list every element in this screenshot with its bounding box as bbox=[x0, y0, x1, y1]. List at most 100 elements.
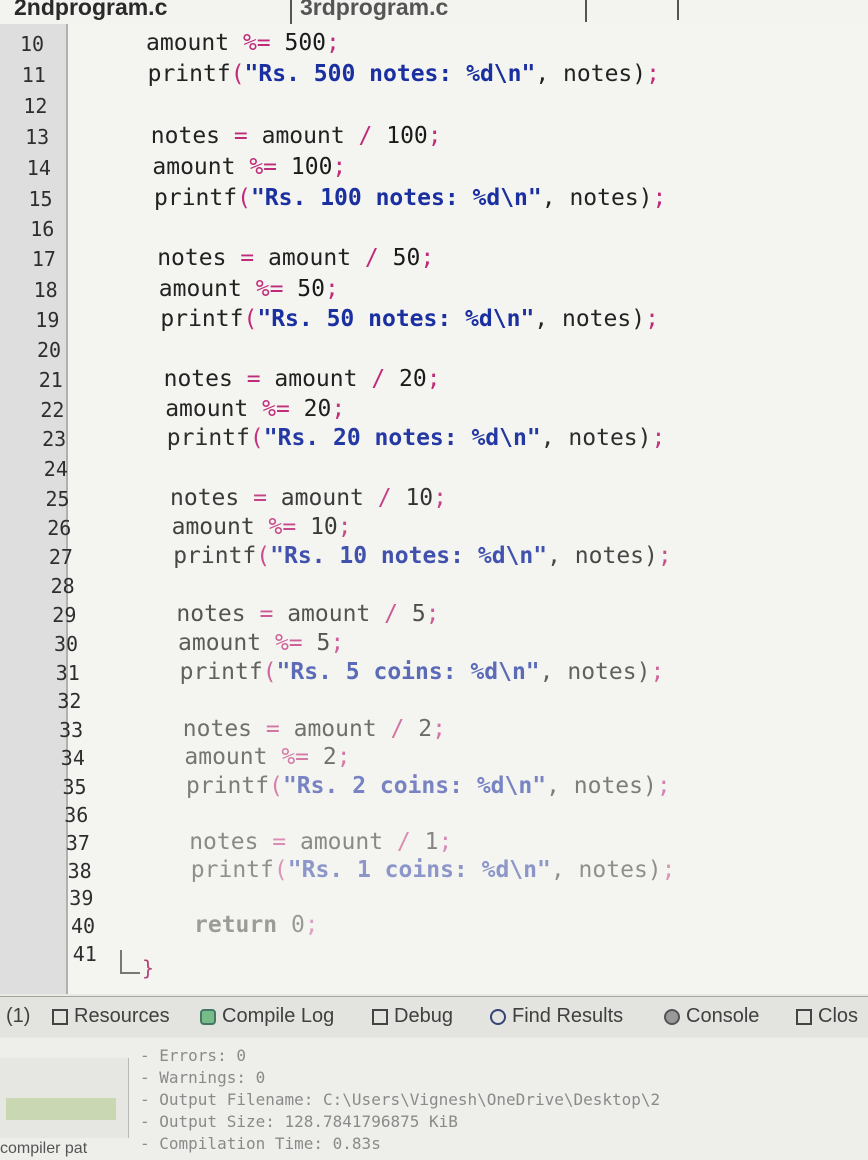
resources-icon bbox=[52, 1008, 68, 1025]
code-token: "Rs. 2 coins: %d\n" bbox=[282, 772, 547, 799]
line-number: 15 bbox=[28, 186, 53, 211]
code-line[interactable]: amount %= 100; bbox=[152, 154, 346, 180]
code-token: "Rs. 20 notes: %d\n" bbox=[263, 425, 541, 452]
code-token: 50 bbox=[378, 245, 421, 272]
log-output-filename: - Output Filename: C:\Users\Vignesh\OneD… bbox=[140, 1090, 661, 1109]
code-line[interactable]: notes = amount / 100; bbox=[151, 123, 442, 149]
code-token: / bbox=[377, 484, 392, 511]
line-number: 23 bbox=[42, 427, 67, 452]
fold-marker-icon[interactable] bbox=[120, 950, 140, 974]
code-token: "Rs. 500 notes: %d\n" bbox=[244, 61, 536, 88]
close-panel-icon bbox=[796, 1008, 812, 1025]
code-line[interactable]: notes = amount / 20; bbox=[164, 366, 441, 392]
code-token: ( bbox=[256, 543, 271, 570]
tab-2ndprogram[interactable]: 2ndprogram.c bbox=[14, 0, 167, 24]
line-number: 31 bbox=[55, 660, 80, 685]
code-token: amount bbox=[247, 123, 359, 150]
line-number-gutter: 10 11 12 13 14 15 16 17 18 19 20 21 22 23 24 25 26 27 28 29… bbox=[0, 24, 97, 994]
code-token: , notes) bbox=[541, 184, 653, 211]
code-token: ( bbox=[249, 425, 264, 452]
line-number: 13 bbox=[25, 125, 50, 150]
code-token: %= bbox=[274, 630, 303, 656]
line-number: 14 bbox=[26, 155, 51, 180]
closing-brace: } bbox=[142, 956, 155, 980]
code-token: ; bbox=[336, 744, 351, 771]
code-token: ( bbox=[243, 305, 258, 332]
code-token: %= bbox=[242, 30, 271, 56]
code-token: 10 bbox=[296, 513, 338, 540]
code-token: / bbox=[396, 828, 411, 855]
code-token: = bbox=[246, 365, 261, 392]
code-line[interactable]: printf("Rs. 50 notes: %d\n", notes); bbox=[160, 306, 659, 332]
code-token: ; bbox=[304, 912, 319, 938]
code-token: = bbox=[272, 828, 287, 855]
code-line[interactable]: printf("Rs. 100 notes: %d\n", notes); bbox=[154, 185, 666, 211]
code-line[interactable]: return 0; bbox=[194, 912, 319, 938]
line-number: 11 bbox=[21, 63, 46, 88]
line-number: 12 bbox=[23, 94, 48, 119]
code-token: notes bbox=[150, 123, 234, 150]
code-token: printf bbox=[179, 658, 263, 685]
code-line[interactable]: amount %= 10; bbox=[172, 514, 352, 540]
code-editor[interactable]: 10 11 12 13 14 15 16 17 18 19 20 21 22 23 24 25 26 27 28 29… bbox=[0, 24, 868, 994]
code-token: , notes) bbox=[539, 658, 651, 685]
code-token: amount bbox=[152, 153, 250, 180]
code-token: 0 bbox=[290, 912, 305, 938]
code-line[interactable]: printf("Rs. 5 coins: %d\n", notes); bbox=[180, 659, 665, 685]
tab-compile-log[interactable]: Compile Log bbox=[200, 1005, 334, 1028]
code-line[interactable]: printf("Rs. 1 coins: %d\n", notes); bbox=[191, 857, 676, 883]
code-line[interactable]: amount %= 20; bbox=[165, 396, 345, 422]
code-token: ( bbox=[237, 184, 251, 211]
code-token: amount bbox=[266, 484, 378, 511]
code-line[interactable]: amount %= 5; bbox=[178, 630, 344, 656]
code-line[interactable]: amount %= 50; bbox=[159, 276, 339, 302]
code-token: , notes) bbox=[547, 543, 658, 570]
code-line[interactable]: notes = amount / 1; bbox=[189, 829, 452, 855]
code-token: "Rs. 5 coins: %d\n" bbox=[276, 658, 540, 685]
code-line[interactable]: notes = amount / 5; bbox=[176, 601, 439, 627]
code-token: / bbox=[364, 245, 379, 272]
code-token: ; bbox=[337, 513, 352, 540]
code-token: 100 bbox=[277, 153, 333, 180]
log-output-size: - Output Size: 128.7841796875 KiB bbox=[140, 1112, 458, 1131]
code-token: 100 bbox=[372, 123, 428, 150]
code-token: , notes) bbox=[534, 305, 646, 332]
line-number: 40 bbox=[71, 914, 96, 938]
code-token: printf bbox=[154, 184, 238, 211]
code-line[interactable]: amount %= 2; bbox=[184, 744, 350, 770]
code-token: ; bbox=[646, 61, 660, 88]
code-token: = bbox=[233, 123, 248, 150]
code-token: ; bbox=[645, 305, 659, 332]
code-line[interactable]: notes = amount / 50; bbox=[157, 245, 434, 271]
line-number: 16 bbox=[30, 217, 55, 242]
log-sidebar bbox=[0, 1058, 129, 1138]
tab-resources[interactable]: Resources bbox=[52, 1005, 170, 1028]
code-line[interactable]: amount %= 500; bbox=[146, 30, 340, 56]
tab-4thprogram[interactable] bbox=[585, 0, 687, 22]
code-line[interactable]: notes = amount / 2; bbox=[183, 716, 446, 742]
log-compilation-time: - Compilation Time: 0.83s bbox=[140, 1134, 381, 1153]
line-number: 21 bbox=[38, 367, 63, 392]
line-number: 18 bbox=[33, 277, 58, 302]
code-token: "Rs. 10 notes: %d\n" bbox=[270, 543, 548, 570]
code-line[interactable]: printf("Rs. 500 notes: %d\n", notes); bbox=[148, 61, 660, 87]
bottom-panel-tabs: (1) Resources Compile Log Debug Find Res… bbox=[0, 996, 868, 1037]
tab-console[interactable]: Console bbox=[664, 1005, 759, 1028]
code-token: ( bbox=[262, 658, 277, 685]
code-token: "Rs. 1 coins: %d\n" bbox=[287, 856, 551, 883]
code-token: amount bbox=[260, 365, 372, 392]
tab-debug[interactable]: Debug bbox=[372, 1005, 453, 1028]
tab-find-results[interactable]: Find Results bbox=[490, 1005, 623, 1028]
code-token: %= bbox=[262, 395, 290, 422]
tab-label: Compile Log bbox=[222, 1005, 335, 1027]
code-token: printf bbox=[147, 61, 231, 88]
code-line[interactable]: printf("Rs. 10 notes: %d\n", notes); bbox=[173, 543, 672, 569]
file-tab-bar: 2ndprogram.c 3rdprogram.c bbox=[0, 0, 868, 25]
tab-close[interactable]: Clos bbox=[796, 1005, 858, 1028]
code-line[interactable]: printf("Rs. 20 notes: %d\n", notes); bbox=[167, 425, 666, 451]
code-line[interactable]: notes = amount / 10; bbox=[170, 485, 447, 511]
tab-3rdprogram[interactable]: 3rdprogram.c bbox=[290, 0, 510, 24]
code-line[interactable]: printf("Rs. 2 coins: %d\n", notes); bbox=[186, 773, 671, 799]
code-token: 5 bbox=[397, 601, 426, 628]
line-number: 20 bbox=[37, 338, 62, 362]
